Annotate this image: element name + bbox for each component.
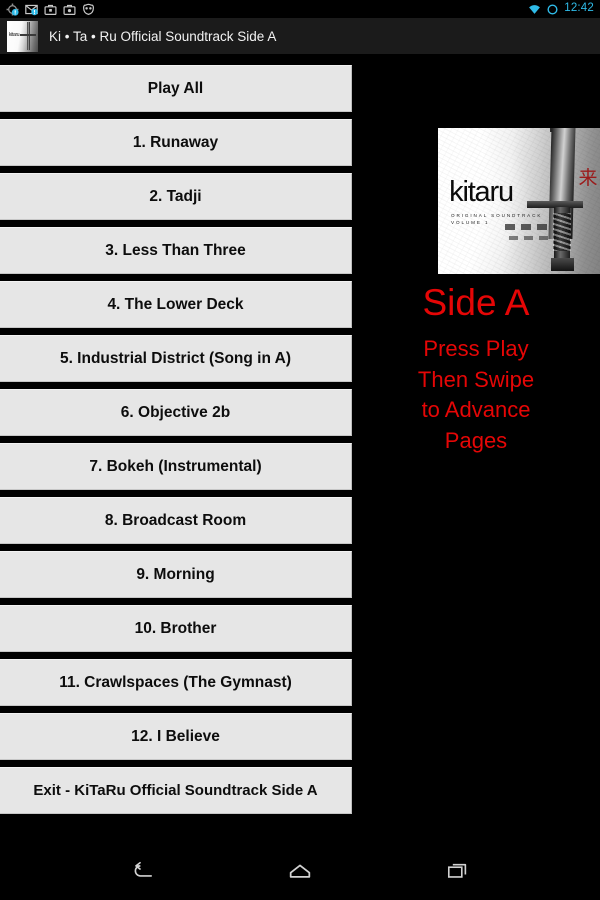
track-button[interactable]: 7. Bokeh (Instrumental) <box>0 443 352 490</box>
status-bar-clock: 12:42 <box>564 2 594 15</box>
track-list: Play All 1. Runaway 2. Tadji 3. Less Tha… <box>0 65 352 821</box>
navigation-bar <box>0 846 600 900</box>
instructions-line-1: Press Play <box>423 336 529 361</box>
track-button[interactable]: 10. Brother <box>0 605 352 652</box>
sync-error-icon <box>6 3 19 16</box>
album-wordmark: kitaru <box>449 176 514 209</box>
album-cover-image: kitaru ORIGINAL SOUNDTRACK VOLUME 1 来る <box>438 128 600 274</box>
album-info-panel: kitaru ORIGINAL SOUNDTRACK VOLUME 1 来る S… <box>352 56 600 846</box>
page-title: Ki • Ta • Ru Official Soundtrack Side A <box>49 28 277 44</box>
wifi-icon <box>528 3 541 16</box>
home-icon <box>286 857 314 890</box>
track-button[interactable]: 9. Morning <box>0 551 352 598</box>
status-bar-notification-icons <box>6 3 95 16</box>
app-icon-wordmark: kitaru <box>8 31 20 38</box>
back-icon <box>129 858 155 889</box>
album-cover-brushstroke-2 <box>508 236 550 241</box>
album-art-thumbnail-icon[interactable]: kitaru <box>7 20 38 52</box>
instructions-line-4: Pages <box>444 427 508 453</box>
recents-button[interactable] <box>413 846 503 900</box>
battery-circle-icon <box>546 3 559 16</box>
album-subtitle: ORIGINAL SOUNDTRACK VOLUME 1 <box>451 213 542 227</box>
app-icon-sword-blade <box>26 21 30 51</box>
sword-hilt-wrap-icon <box>553 212 571 251</box>
sword-pommel-icon <box>550 257 574 272</box>
email-icon <box>25 3 38 16</box>
briefcase-icon <box>44 3 57 16</box>
track-button[interactable]: 5. Industrial District (Song in A) <box>0 335 352 382</box>
main-content: Play All 1. Runaway 2. Tadji 3. Less Tha… <box>0 56 600 846</box>
play-all-button[interactable]: Play All <box>0 65 352 112</box>
track-button[interactable]: 4. The Lower Deck <box>0 281 352 328</box>
track-button[interactable]: 8. Broadcast Room <box>0 497 352 544</box>
owl-app-icon <box>82 3 95 16</box>
back-button[interactable] <box>97 846 187 900</box>
instructions-line-2: Then Swipe <box>417 366 535 392</box>
exit-button[interactable]: Exit - KiTaRu Official Soundtrack Side A <box>0 767 352 814</box>
track-button[interactable]: 11. Crawlspaces (The Gymnast) <box>0 659 352 706</box>
side-label: Side A <box>422 282 530 323</box>
briefcase-alt-icon <box>63 3 76 16</box>
track-button[interactable]: 2. Tadji <box>0 173 352 220</box>
app-icon-sword-guard <box>20 34 36 36</box>
home-button[interactable] <box>255 846 345 900</box>
album-subtitle-line-1: ORIGINAL SOUNDTRACK <box>451 212 543 218</box>
album-kanji-mark: 来る <box>578 166 600 189</box>
track-button[interactable]: 3. Less Than Three <box>0 227 352 274</box>
instructions-text: Press Play Then Swipe to Advance Pages <box>352 334 600 456</box>
recents-icon <box>445 858 471 889</box>
track-button[interactable]: 6. Objective 2b <box>0 389 352 436</box>
album-subtitle-line-2: VOLUME 1 <box>451 219 490 225</box>
status-bar: 12:42 <box>0 0 600 18</box>
track-button[interactable]: 1. Runaway <box>0 119 352 166</box>
track-button[interactable]: 12. I Believe <box>0 713 352 760</box>
status-bar-system-icons: 12:42 <box>528 3 594 16</box>
action-bar: kitaru Ki • Ta • Ru Official Soundtrack … <box>0 18 600 55</box>
instructions-line-3: to Advance <box>421 397 531 423</box>
